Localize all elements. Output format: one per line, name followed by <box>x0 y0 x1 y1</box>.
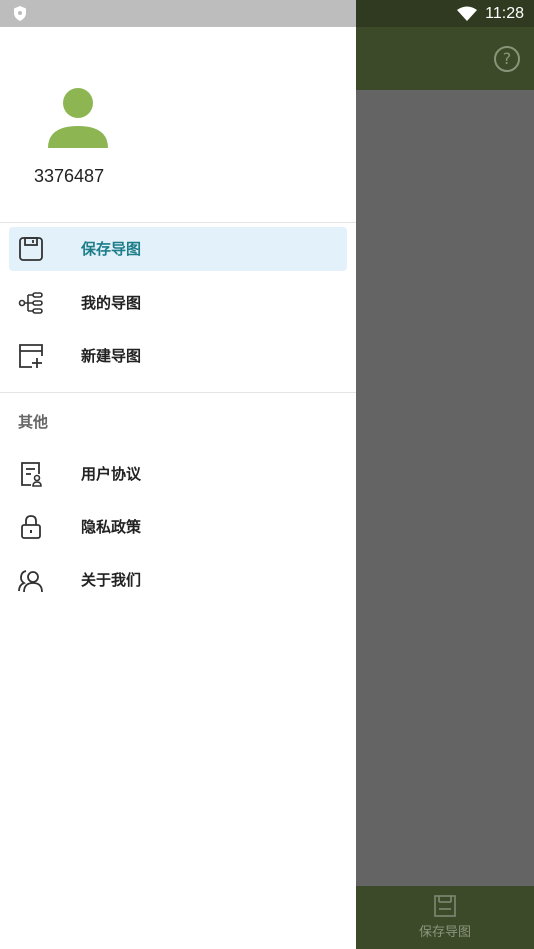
save-icon <box>19 237 43 261</box>
bottom-tab-save[interactable]: 保存导图 <box>356 886 534 949</box>
menu-label: 关于我们 <box>81 571 142 589</box>
new-map-icon <box>19 344 43 368</box>
menu-label: 隐私政策 <box>81 518 142 536</box>
status-indicators: 11:28 <box>457 0 524 27</box>
help-circle-icon[interactable]: ? <box>494 46 520 72</box>
divider <box>0 222 356 223</box>
section-title-other: 其他 <box>18 413 49 431</box>
menu-label: 我的导图 <box>81 294 142 312</box>
drawer-status-bar <box>0 0 356 27</box>
shield-icon <box>14 6 26 21</box>
menu-label: 保存导图 <box>81 240 142 258</box>
save-icon <box>434 895 456 917</box>
status-time: 11:28 <box>485 4 524 22</box>
wifi-icon <box>457 6 478 21</box>
mindmap-icon <box>18 292 43 314</box>
menu-item-save-map[interactable]: 保存导图 <box>9 227 347 271</box>
menu-label: 新建导图 <box>81 347 142 365</box>
menu-item-user-agreement[interactable]: 用户协议 <box>9 452 347 496</box>
avatar[interactable] <box>46 86 110 150</box>
bottom-tab-label: 保存导图 <box>418 925 471 940</box>
about-us-icon <box>18 570 43 593</box>
menu-label: 用户协议 <box>81 465 142 483</box>
divider <box>0 392 356 393</box>
menu-item-privacy-policy[interactable]: 隐私政策 <box>9 505 347 549</box>
user-id: 3376487 <box>34 166 105 186</box>
lock-icon <box>21 515 41 539</box>
menu-item-about-us[interactable]: 关于我们 <box>9 558 347 602</box>
navigation-drawer: 3376487 保存导图 我的导图 新建导图 其他 用户协议 隐私政策 关于我们 <box>0 0 356 949</box>
agreement-icon <box>21 462 42 487</box>
menu-item-my-maps[interactable]: 我的导图 <box>9 281 347 325</box>
menu-item-new-map[interactable]: 新建导图 <box>9 334 347 378</box>
